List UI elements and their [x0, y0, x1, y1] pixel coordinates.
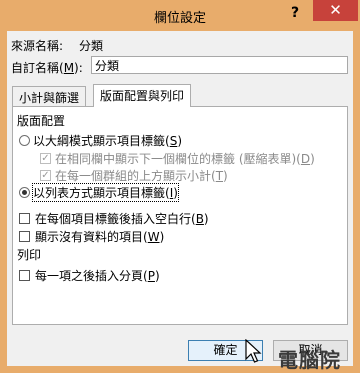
compact-form-label[interactable]: 在相同欄中顯示下一個欄位的標籤 (壓縮表單)(D): [55, 150, 315, 167]
top-subtotal-suffix: ): [223, 169, 228, 183]
check-icon: ✓: [41, 153, 50, 164]
outline-form-suffix: ): [177, 134, 182, 148]
page-break-suffix: ): [154, 269, 160, 283]
blank-line-label[interactable]: 在每個項目標籤後插入空白行(B): [35, 210, 209, 227]
show-no-data-suffix: ): [159, 230, 165, 244]
top-subtotal-checkbox[interactable]: ✓: [40, 170, 51, 181]
blank-line-key: B: [195, 212, 204, 226]
tabular-form-radio[interactable]: [19, 187, 30, 198]
field-settings-dialog: 欄位設定 ? ✕ 來源名稱: 分類 自訂名稱(M): 小計與篩選 版面配置與列印…: [0, 0, 360, 373]
blank-line-prefix: 在每個項目標籤後插入空白行(: [35, 212, 196, 226]
outline-form-radio[interactable]: [19, 135, 30, 146]
compact-form-prefix: 在相同欄中顯示下一個欄位的標籤 (壓縮表單)(: [55, 152, 301, 166]
print-section-label: 列印: [17, 248, 42, 262]
custom-name-label-key: M: [63, 61, 75, 75]
outline-form-prefix: 以大綱模式顯示項目標籤(: [33, 134, 170, 148]
blank-line-suffix: ): [203, 212, 209, 226]
top-subtotal-prefix: 在每一個群組的上方顯示小計(: [55, 169, 216, 183]
watermark-logo: 電腦院: [278, 348, 341, 372]
custom-name-label: 自訂名稱(M):: [11, 59, 83, 76]
tabular-form-label[interactable]: 以列表方式顯示項目標籤(I): [32, 183, 179, 202]
show-no-data-label[interactable]: 顯示沒有資料的項目(W): [35, 228, 164, 245]
tab-layout-print[interactable]: 版面配置與列印: [93, 84, 192, 107]
blank-line-checkbox[interactable]: [19, 213, 30, 224]
close-button[interactable]: ✕: [313, 0, 358, 21]
mouse-pointer-icon: [245, 339, 262, 363]
title-bar[interactable]: 欄位設定 ? ✕: [0, 0, 360, 31]
tabular-form-suffix: ): [173, 186, 178, 200]
source-name-value: 分類: [79, 39, 104, 53]
page-break-key: P: [147, 269, 155, 283]
compact-form-checkbox[interactable]: ✓: [40, 153, 51, 164]
show-no-data-key: W: [147, 230, 160, 244]
check-icon: ✓: [41, 170, 50, 181]
compact-form-suffix: ): [310, 152, 315, 166]
page-break-checkbox[interactable]: [19, 270, 30, 281]
layout-print-panel: 版面配置 以大綱模式顯示項目標籤(S) ✓ 在相同欄中顯示下一個欄位的標籤 (壓…: [12, 106, 348, 325]
tabular-form-prefix: 以列表方式顯示項目標籤(: [33, 186, 170, 200]
source-name-label: 來源名稱:: [11, 39, 64, 53]
help-button[interactable]: ?: [282, 2, 308, 24]
top-subtotal-key: T: [215, 169, 224, 183]
layout-section-label: 版面配置: [17, 114, 66, 128]
show-no-data-checkbox[interactable]: [19, 231, 30, 242]
outline-form-label[interactable]: 以大綱模式顯示項目標籤(S): [33, 132, 182, 149]
show-no-data-prefix: 顯示沒有資料的項目(: [35, 230, 148, 244]
dialog-body: 來源名稱: 分類 自訂名稱(M): 小計與篩選 版面配置與列印 版面配置 以大綱…: [7, 31, 353, 366]
tab-subtotals-filters[interactable]: 小計與篩選: [12, 86, 87, 106]
page-break-prefix: 每一項之後插入分頁(: [35, 269, 148, 283]
page-break-label[interactable]: 每一項之後插入分頁(P): [35, 267, 160, 284]
compact-form-key: D: [300, 152, 311, 166]
top-subtotal-label[interactable]: 在每一個群組的上方顯示小計(T): [55, 167, 228, 184]
custom-name-label-prefix: 自訂名稱(: [11, 61, 64, 75]
custom-name-label-suffix: ):: [74, 61, 83, 75]
custom-name-input[interactable]: [91, 56, 348, 74]
